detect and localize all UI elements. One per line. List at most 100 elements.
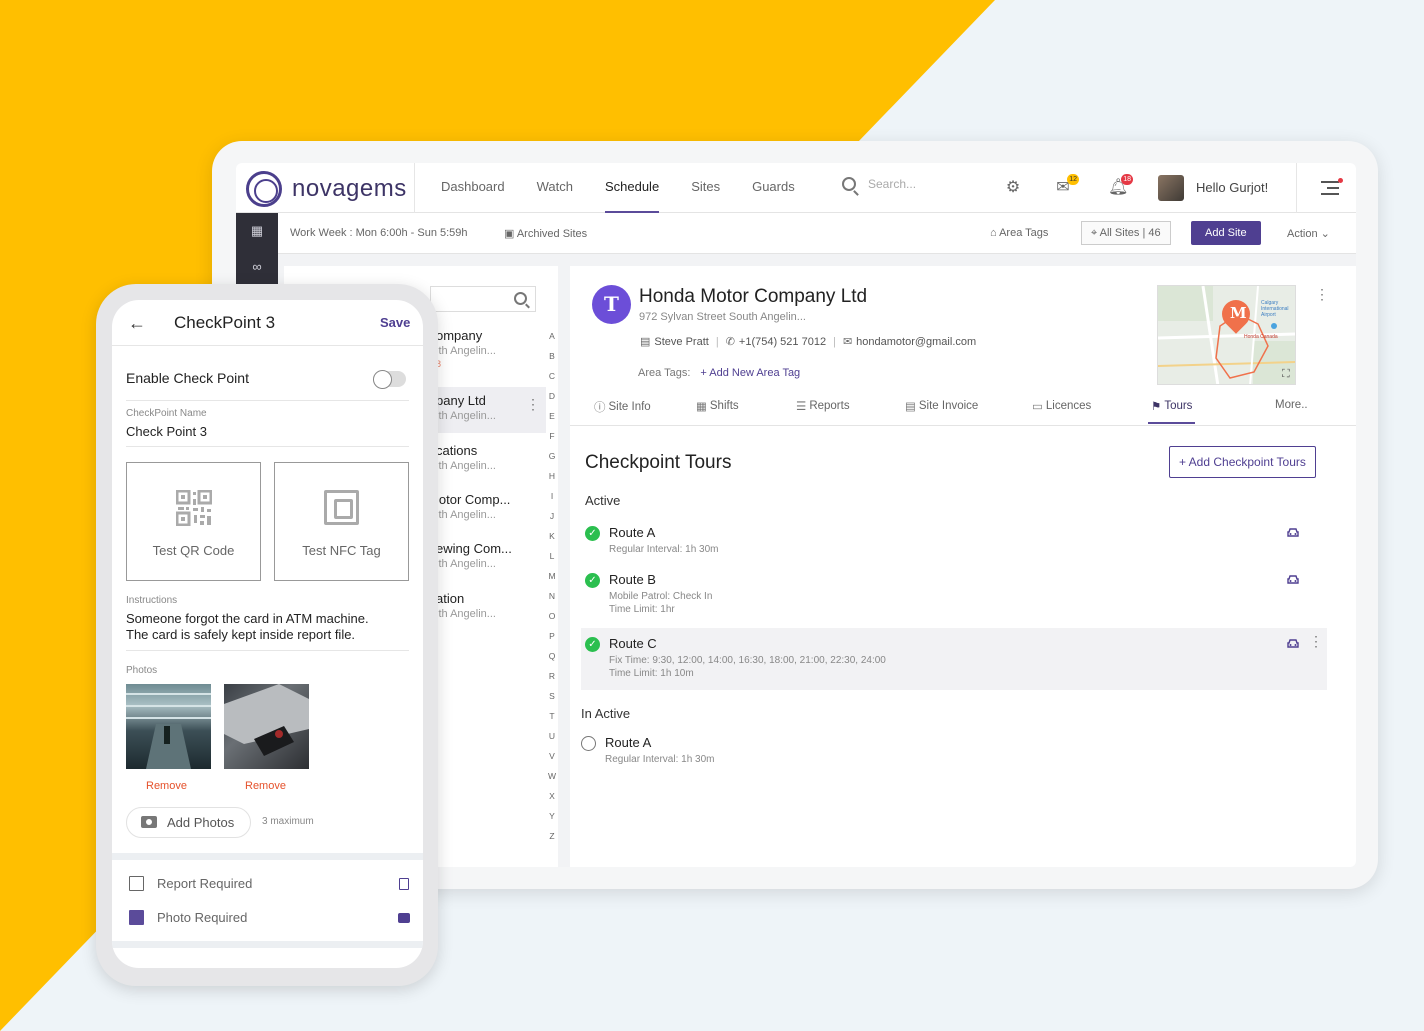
instructions-line-2[interactable]: The card is safely kept inside report fi… bbox=[126, 627, 355, 642]
alphabet-letter[interactable]: N bbox=[546, 586, 558, 606]
more-vertical-icon[interactable]: ⋮ bbox=[526, 397, 540, 411]
site-name: lotor Comp... bbox=[436, 492, 511, 507]
alphabet-letter[interactable]: L bbox=[546, 546, 558, 566]
alphabet-letter[interactable]: U bbox=[546, 726, 558, 746]
binoculars-icon[interactable]: ∞ bbox=[236, 249, 278, 285]
all-sites-button[interactable]: ⌖ All Sites | 46 bbox=[1081, 221, 1171, 245]
nav-sites[interactable]: Sites bbox=[691, 163, 720, 213]
remove-photo-button[interactable]: Remove bbox=[146, 780, 187, 792]
alphabet-letter[interactable]: W bbox=[546, 766, 558, 786]
tab-site-invoice[interactable]: ▤ Site Invoice bbox=[905, 399, 978, 413]
flag-icon: ⚑ bbox=[1151, 401, 1162, 413]
route-item-selected[interactable]: ✓ Route C Fix Time: 9:30, 12:00, 14:00, … bbox=[581, 628, 1327, 690]
phone-header: ← CheckPoint 3 Save bbox=[112, 300, 423, 346]
add-checkpoint-tours-button[interactable]: + Add Checkpoint Tours bbox=[1169, 446, 1316, 478]
logo[interactable]: novagems bbox=[246, 171, 407, 207]
alphabet-letter[interactable]: Z bbox=[546, 826, 558, 846]
action-dropdown[interactable]: Action ⌄ bbox=[1287, 227, 1330, 240]
dashboard-icon[interactable]: ▦ bbox=[236, 213, 278, 249]
checkpoint-name-field[interactable]: Check Point 3 bbox=[126, 424, 207, 439]
route-name: Route A bbox=[609, 525, 656, 540]
alphabet-letter[interactable]: Y bbox=[546, 806, 558, 826]
check-circle-icon: ✓ bbox=[585, 526, 600, 541]
tab-label: Shifts bbox=[709, 400, 739, 412]
alphabet-letter[interactable]: F bbox=[546, 426, 558, 446]
photo-required-checkbox[interactable] bbox=[129, 910, 144, 925]
route-item[interactable]: Route A Regular Interval: 1h 30m bbox=[581, 731, 1327, 771]
contact-phone[interactable]: +1(754) 521 7012 bbox=[739, 336, 826, 348]
photo-thumbnail[interactable] bbox=[126, 684, 211, 769]
alphabet-letter[interactable]: V bbox=[546, 746, 558, 766]
site-map[interactable]: M Calgary International Airport Honda Ca… bbox=[1157, 285, 1296, 385]
alphabet-letter[interactable]: P bbox=[546, 626, 558, 646]
add-area-tag-link[interactable]: + Add New Area Tag bbox=[700, 367, 800, 379]
greeting: Hello Gurjot! bbox=[1196, 180, 1269, 195]
report-required-checkbox[interactable] bbox=[129, 876, 144, 891]
alphabet-letter[interactable]: D bbox=[546, 386, 558, 406]
list-search-input[interactable] bbox=[430, 286, 536, 312]
car-icon[interactable] bbox=[1287, 528, 1299, 537]
alphabet-letter[interactable]: M bbox=[546, 566, 558, 586]
test-qr-code-button[interactable]: Test QR Code bbox=[126, 462, 261, 581]
alphabet-letter[interactable]: I bbox=[546, 486, 558, 506]
remove-photo-button[interactable]: Remove bbox=[245, 780, 286, 792]
alphabet-letter[interactable]: E bbox=[546, 406, 558, 426]
route-item[interactable]: ✓ Route B Mobile Patrol: Check In Time L… bbox=[581, 568, 1327, 618]
alphabet-letter[interactable]: J bbox=[546, 506, 558, 526]
divider bbox=[126, 400, 409, 401]
more-vertical-icon[interactable]: ⋮ bbox=[1309, 634, 1323, 648]
tab-more[interactable]: More.. bbox=[1275, 399, 1308, 411]
gear-icon[interactable]: ⚙ bbox=[1004, 179, 1022, 197]
alphabet-letter[interactable]: Q bbox=[546, 646, 558, 666]
alphabet-letter[interactable]: G bbox=[546, 446, 558, 466]
nav-schedule[interactable]: Schedule bbox=[604, 163, 660, 213]
site-name: ation bbox=[436, 591, 465, 606]
mail-icon[interactable]: ✉ 12 bbox=[1054, 174, 1079, 197]
fullscreen-icon[interactable]: ⛶ bbox=[1282, 368, 1290, 381]
search-bar[interactable]: Search... bbox=[842, 177, 916, 191]
route-item[interactable]: ✓ Route A Regular Interval: 1h 30m bbox=[581, 521, 1327, 561]
back-arrow-icon[interactable]: ← bbox=[128, 313, 146, 334]
alphabet-letter[interactable]: A bbox=[546, 326, 558, 346]
car-icon[interactable] bbox=[1287, 575, 1299, 584]
nav-watch[interactable]: Watch bbox=[537, 163, 573, 213]
archived-sites-link[interactable]: ▣ Archived Sites bbox=[504, 227, 587, 240]
alphabet-letter[interactable]: H bbox=[546, 466, 558, 486]
active-heading: Active bbox=[585, 493, 621, 508]
contact-email[interactable]: hondamotor@gmail.com bbox=[856, 336, 976, 348]
photos-label: Photos bbox=[126, 665, 158, 676]
tab-shifts[interactable]: ▦ Shifts bbox=[696, 399, 739, 413]
nav-guards[interactable]: Guards bbox=[752, 163, 795, 213]
tab-tours[interactable]: ⚑ Tours bbox=[1147, 399, 1196, 424]
alphabet-letter[interactable]: B bbox=[546, 346, 558, 366]
area-tags-label: Area Tags bbox=[999, 227, 1049, 239]
add-site-button[interactable]: Add Site bbox=[1191, 221, 1261, 245]
nav-dashboard[interactable]: Dashboard bbox=[441, 163, 505, 213]
alphabet-letter[interactable]: X bbox=[546, 786, 558, 806]
car-icon[interactable] bbox=[1287, 639, 1299, 648]
divider bbox=[1296, 163, 1297, 213]
test-nfc-tag-button[interactable]: Test NFC Tag bbox=[274, 462, 409, 581]
bell-icon[interactable]: 🔔︎ 18 bbox=[1108, 174, 1133, 197]
action-label: Action bbox=[1287, 228, 1318, 240]
tab-site-info[interactable]: ⓘ Site Info bbox=[594, 399, 651, 415]
alphabet-letter[interactable]: K bbox=[546, 526, 558, 546]
alphabet-letter[interactable]: C bbox=[546, 366, 558, 386]
alphabet-letter[interactable]: R bbox=[546, 666, 558, 686]
avatar[interactable] bbox=[1158, 175, 1184, 201]
save-button[interactable]: Save bbox=[380, 315, 410, 330]
tab-reports[interactable]: ☰ Reports bbox=[796, 399, 850, 413]
tab-licences[interactable]: ▭ Licences bbox=[1032, 399, 1091, 413]
more-vertical-icon[interactable]: ⋮ bbox=[1315, 287, 1329, 301]
menu-icon[interactable] bbox=[1321, 178, 1343, 199]
email-icon: ✉ bbox=[842, 336, 853, 348]
enable-checkpoint-toggle[interactable] bbox=[373, 370, 406, 389]
top-navigation-bar: novagems Dashboard Watch Schedule Sites … bbox=[236, 163, 1356, 213]
area-tags-link[interactable]: ⌂ Area Tags bbox=[990, 227, 1048, 239]
add-photos-button[interactable]: Add Photos bbox=[126, 807, 251, 838]
photo-thumbnail[interactable] bbox=[224, 684, 309, 769]
alphabet-letter[interactable]: O bbox=[546, 606, 558, 626]
alphabet-letter[interactable]: S bbox=[546, 686, 558, 706]
instructions-line-1[interactable]: Someone forgot the card in ATM machine. bbox=[126, 611, 369, 626]
alphabet-letter[interactable]: T bbox=[546, 706, 558, 726]
